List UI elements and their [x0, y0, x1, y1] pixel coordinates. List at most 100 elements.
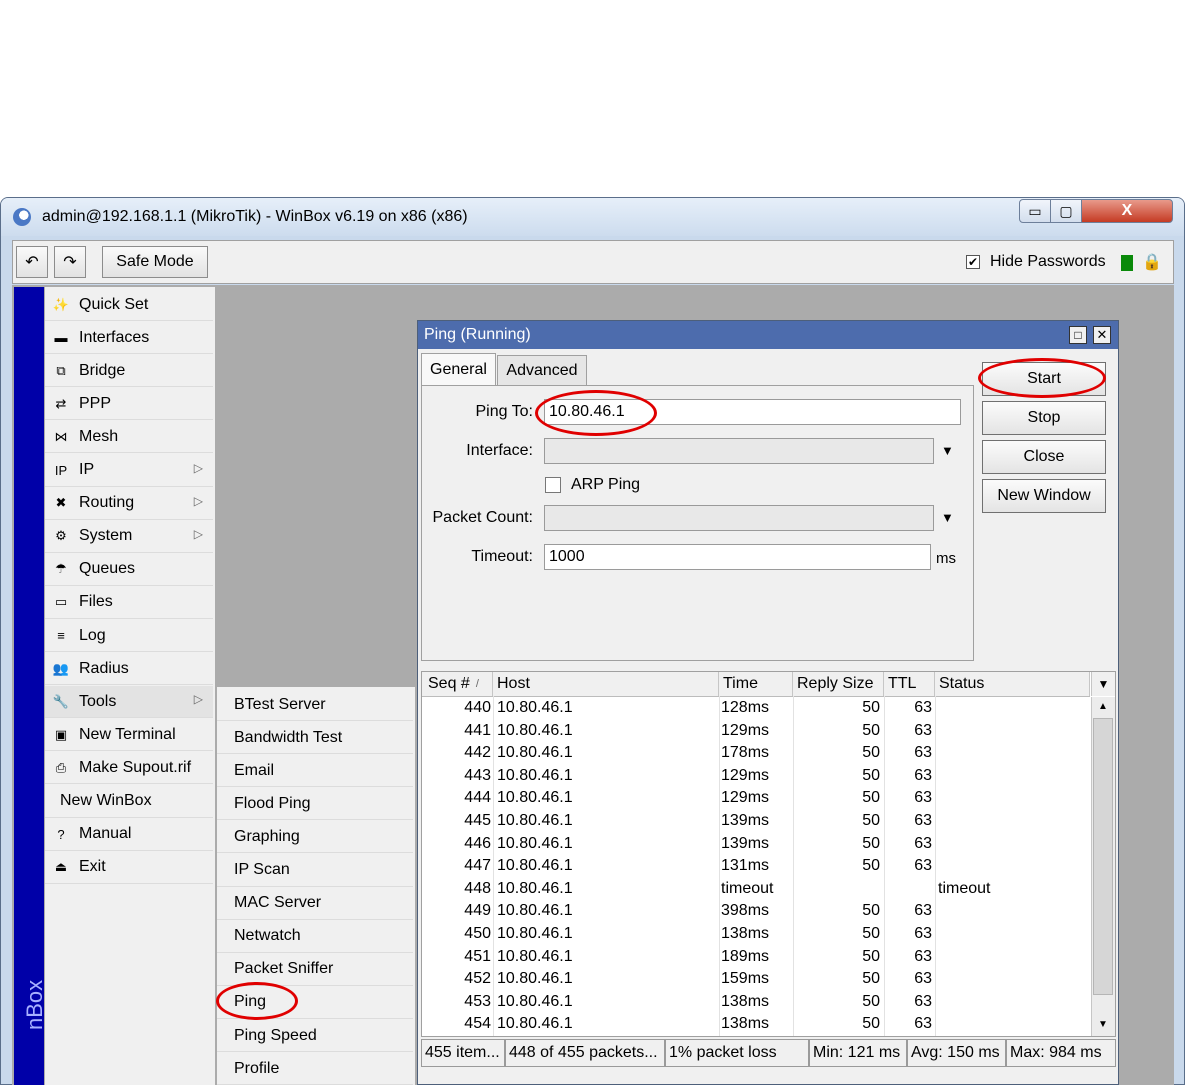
menu-item-files[interactable]: ▭ Files	[45, 587, 213, 619]
start-button[interactable]: Start	[982, 362, 1106, 396]
submenu-item-flood-ping[interactable]: Flood Ping	[217, 788, 413, 821]
menu-item-manual[interactable]: ? Manual	[45, 819, 213, 851]
arp-ping-checkbox[interactable]	[545, 477, 561, 493]
submenu-item-email[interactable]: Email	[217, 755, 413, 788]
menu-item-queues[interactable]: ☂ Queues	[45, 554, 213, 586]
scroll-up-icon[interactable]: ▲	[1092, 697, 1114, 717]
menu-item-new-terminal[interactable]: ▣ New Terminal	[45, 719, 213, 752]
queues-icon: ☂	[55, 561, 67, 577]
menu-item-ppp[interactable]: ⇄ PPP	[45, 388, 213, 421]
submenu-item-packet-sniffer[interactable]: Packet Sniffer	[217, 954, 413, 986]
submenu-item-profile[interactable]: Profile	[217, 1053, 413, 1085]
menu-item-label: Tools	[79, 692, 117, 710]
exit-icon: ⏏	[54, 859, 68, 875]
table-row[interactable]: 441 10.80.46.1 129ms 50 63	[422, 720, 1090, 743]
menu-item-exit[interactable]: ⏏ Exit	[45, 852, 213, 884]
table-row[interactable]: 450 10.80.46.1 138ms 50 63	[422, 923, 1090, 946]
tab-general[interactable]: General	[421, 353, 496, 385]
safe-mode-button[interactable]: Safe Mode	[102, 246, 208, 278]
scroll-down-icon[interactable]: ▼	[1092, 1015, 1114, 1035]
close-button[interactable]: Close	[982, 440, 1106, 474]
cell-size: 50	[862, 834, 880, 852]
ping-close-icon[interactable]: ✕	[1093, 326, 1111, 344]
menu-item-quick-set[interactable]: ✨ Quick Set	[45, 289, 213, 321]
menu-item-tools[interactable]: 🔧 Tools ▷	[45, 686, 213, 719]
table-row[interactable]: 452 10.80.46.1 159ms 50 63	[422, 968, 1090, 991]
table-row[interactable]: 443 10.80.46.1 129ms 50 63	[422, 765, 1090, 788]
cell-size: 50	[862, 744, 880, 762]
table-row[interactable]: 444 10.80.46.1 129ms 50 63	[422, 787, 1090, 810]
table-row[interactable]: 446 10.80.46.1 139ms 50 63	[422, 833, 1090, 856]
cell-host: 10.80.46.1	[497, 970, 573, 988]
cell-ttl: 63	[914, 947, 932, 965]
menu-item-label: System	[79, 527, 133, 545]
ping-maximize-icon[interactable]: □	[1069, 326, 1087, 344]
col-reply-size[interactable]: Reply Size	[793, 672, 884, 696]
menu-item-routing[interactable]: ✖ Routing ▷	[45, 488, 213, 520]
table-row[interactable]: 451 10.80.46.1 189ms 50 63	[422, 946, 1090, 969]
table-row[interactable]: 447 10.80.46.1 131ms 50 63	[422, 855, 1090, 878]
menu-item-label: Files	[79, 593, 113, 611]
undo-button[interactable]: ↶	[16, 246, 48, 278]
ping-window-title[interactable]: Ping (Running)	[418, 321, 1118, 349]
interface-select[interactable]	[544, 438, 934, 464]
submenu-item-btest-server[interactable]: BTest Server	[217, 689, 413, 721]
cell-size: 50	[862, 699, 880, 716]
menu-item-label: New Terminal	[79, 725, 176, 743]
submenu-item-ip-scan[interactable]: IP Scan	[217, 855, 413, 887]
cell-ttl: 63	[914, 789, 932, 807]
status-packet-loss: 1% packet loss	[665, 1039, 809, 1067]
column-menu-icon[interactable]: ▼	[1091, 672, 1115, 696]
submenu-item-bandwidth-test[interactable]: Bandwidth Test	[217, 722, 413, 755]
menu-item-system[interactable]: ⚙ System ▷	[45, 521, 213, 553]
submenu-item-ping-speed[interactable]: Ping Speed	[217, 1020, 413, 1052]
col-time[interactable]: Time	[719, 672, 793, 696]
col-status[interactable]: Status	[935, 672, 1090, 696]
table-row[interactable]: 448 10.80.46.1 timeout timeout	[422, 878, 1090, 901]
menu-item-bridge[interactable]: ⧉ Bridge	[45, 355, 213, 388]
submenu-item-ping[interactable]: Ping	[217, 987, 413, 1019]
cell-host: 10.80.46.1	[497, 811, 573, 829]
cell-ttl: 63	[914, 699, 932, 716]
table-row[interactable]: 442 10.80.46.1 178ms 50 63	[422, 742, 1090, 765]
menu-item-new-winbox[interactable]: New WinBox	[45, 786, 213, 818]
cell-ttl: 63	[914, 902, 932, 920]
submenu-item-netwatch[interactable]: Netwatch	[217, 921, 413, 953]
table-row[interactable]: 454 10.80.46.1 138ms 50 63	[422, 1013, 1090, 1036]
new-window-button[interactable]: New Window	[982, 479, 1106, 513]
cell-time: 138ms	[721, 992, 770, 1010]
table-row[interactable]: 453 10.80.46.1 138ms 50 63	[422, 991, 1090, 1014]
redo-button[interactable]: ↷	[54, 246, 86, 278]
cell-size: 50	[862, 1015, 880, 1033]
maximize-button[interactable]: ▢	[1050, 199, 1082, 223]
col-seq[interactable]: Seq # /	[424, 672, 493, 696]
hide-passwords-checkbox[interactable]: ✔	[966, 255, 980, 269]
menu-item-ip[interactable]: IP IP ▷	[45, 455, 213, 487]
close-window-button[interactable]: X	[1081, 199, 1173, 223]
col-ttl[interactable]: TTL	[884, 672, 935, 696]
cell-host: 10.80.46.1	[497, 744, 573, 762]
submenu-arrow-icon: ▷	[193, 460, 203, 475]
scrollbar-thumb[interactable]	[1093, 718, 1113, 995]
status-min: Min: 121 ms	[809, 1039, 907, 1067]
interface-dropdown-icon[interactable]: ▼	[941, 443, 954, 458]
col-host[interactable]: Host	[493, 672, 719, 696]
stop-button[interactable]: Stop	[982, 401, 1106, 435]
menu-item-log[interactable]: ≡ Log	[45, 620, 213, 652]
packet-count-dropdown-icon[interactable]: ▼	[941, 510, 954, 525]
submenu-item-graphing[interactable]: Graphing	[217, 821, 413, 854]
table-row[interactable]: 445 10.80.46.1 139ms 50 63	[422, 810, 1090, 833]
menu-item-radius[interactable]: 👥 Radius	[45, 653, 213, 686]
packet-count-select[interactable]	[544, 505, 934, 531]
cell-size: 50	[862, 902, 880, 920]
menu-item-mesh[interactable]: ⋈ Mesh	[45, 421, 213, 454]
submenu-item-mac-server[interactable]: MAC Server	[217, 888, 413, 920]
timeout-input[interactable]: 1000	[544, 544, 931, 570]
minimize-button[interactable]: ▭	[1019, 199, 1051, 223]
ping-to-input[interactable]: 10.80.46.1	[544, 399, 961, 425]
table-row[interactable]: 440 10.80.46.1 128ms 50 63	[422, 697, 1090, 720]
menu-item-interfaces[interactable]: ▬ Interfaces	[45, 322, 213, 355]
tab-advanced[interactable]: Advanced	[497, 355, 587, 385]
table-row[interactable]: 449 10.80.46.1 398ms 50 63	[422, 900, 1090, 923]
menu-item-make-supout-rif[interactable]: ⎙ Make Supout.rif	[45, 752, 213, 785]
